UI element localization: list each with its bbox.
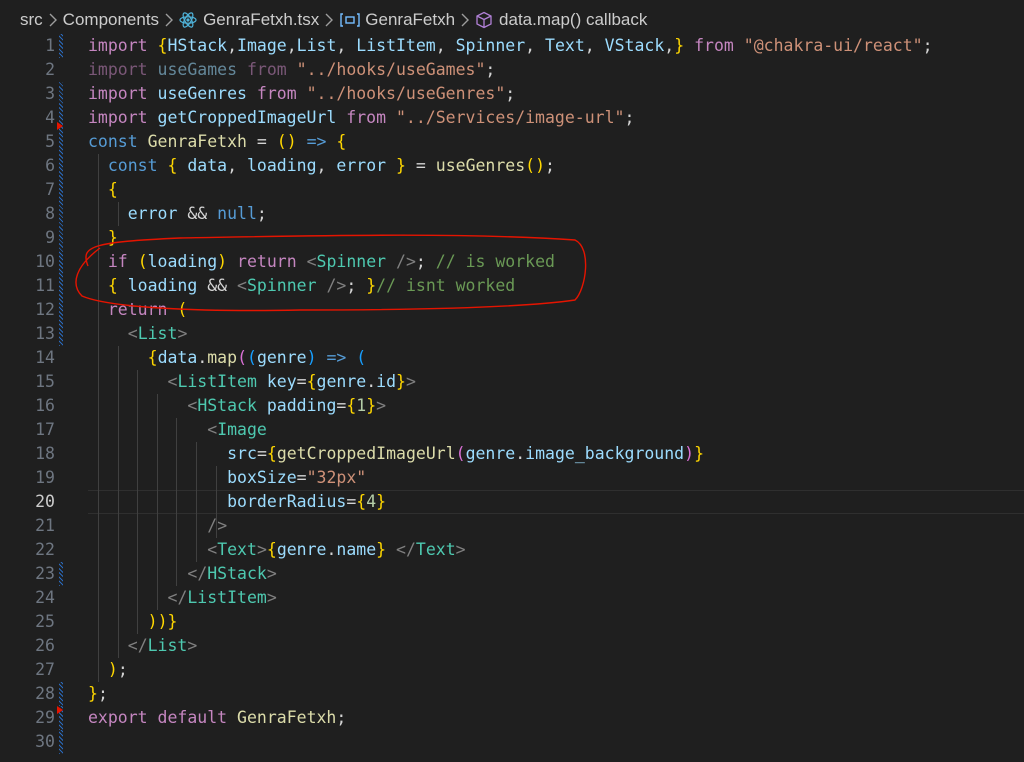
line-number: 26 <box>35 636 55 655</box>
code-line[interactable]: 29 export default GenraFetxh; <box>0 706 1024 730</box>
code-text: <HStack padding={1}> <box>187 396 387 415</box>
chevron-right-icon <box>48 13 58 27</box>
breadcrumb-components-label: Components <box>62 10 160 29</box>
breadcrumb-callback-label: data.map() callback <box>499 10 648 29</box>
line-number: 23 <box>35 564 55 583</box>
code-line[interactable]: 14 {data.map((genre) => ( <box>0 346 1024 370</box>
code-line[interactable]: 17 <Image <box>0 418 1024 442</box>
line-number: 29 <box>35 708 55 727</box>
line-number: 22 <box>35 540 55 559</box>
code-text: /> <box>207 516 228 535</box>
line-number: 14 <box>35 348 55 367</box>
line-number: 15 <box>35 372 55 391</box>
line-number: 25 <box>35 612 55 631</box>
code-line[interactable]: 16 <HStack padding={1}> <box>0 394 1024 418</box>
code-text: }; <box>88 684 108 703</box>
chevron-right-icon <box>324 13 334 27</box>
code-line[interactable]: 19 boxSize="32px" <box>0 466 1024 490</box>
code-line[interactable]: 24 </ListItem> <box>0 586 1024 610</box>
code-line[interactable]: 23 </HStack> <box>0 562 1024 586</box>
line-number: 18 <box>35 444 55 463</box>
code-line[interactable]: 15 <ListItem key={genre.id}> <box>0 370 1024 394</box>
code-line[interactable]: 30 <box>0 730 1024 754</box>
breadcrumb-components[interactable]: Components <box>63 10 159 30</box>
code-text: borderRadius={4} <box>227 492 387 511</box>
react-icon <box>179 11 197 29</box>
code-line[interactable]: 28}; <box>0 682 1024 706</box>
code-text: <ListItem key={genre.id}> <box>167 372 416 391</box>
red-handdrawn-annotation <box>75 234 587 312</box>
line-number: 24 <box>35 588 55 607</box>
code-text: {data.map((genre) => ( <box>147 348 367 367</box>
line-number: 30 <box>35 732 55 751</box>
chevron-right-icon <box>460 13 470 27</box>
code-line[interactable]: 18 src={getCroppedImageUrl(genre.image_b… <box>0 442 1024 466</box>
code-text: ))} <box>147 612 178 631</box>
line-number: 28 <box>35 684 55 703</box>
code-editor[interactable]: 1 import {HStack,Image,List, ListItem, Sp… <box>0 34 1024 762</box>
code-text: </List> <box>127 636 198 655</box>
code-line[interactable]: 21 /> <box>0 514 1024 538</box>
code-line[interactable]: 22 <Text>{genre.name} </Text> <box>0 538 1024 562</box>
code-text: src={getCroppedImageUrl(genre.image_back… <box>227 444 704 463</box>
breadcrumb-callback[interactable]: data.map() callback <box>475 10 647 30</box>
code-text: boxSize="32px" <box>227 468 367 487</box>
breadcrumb-src-label: src <box>20 10 43 29</box>
line-number: 27 <box>35 660 55 679</box>
code-text: <Text>{genre.name} </Text> <box>207 540 466 559</box>
code-line[interactable]: 26 </List> <box>0 634 1024 658</box>
code-line[interactable]: 25 ))} <box>0 610 1024 634</box>
chevron-right-icon <box>164 13 174 27</box>
breadcrumb-src[interactable]: src <box>20 10 43 30</box>
breadcrumb-symbol[interactable]: GenraFetxh <box>339 10 455 30</box>
breadcrumb-file-label: GenraFetxh.tsx <box>203 10 320 29</box>
line-number: 16 <box>35 396 55 415</box>
breadcrumb-symbol-label: GenraFetxh <box>365 10 456 29</box>
line-number: 21 <box>35 516 55 535</box>
code-text: </HStack> <box>187 564 277 583</box>
code-line[interactable]: 27 ); <box>0 658 1024 682</box>
line-number: 17 <box>35 420 55 439</box>
breadcrumb-file[interactable]: GenraFetxh.tsx <box>179 10 319 30</box>
code-text: </ListItem> <box>167 588 277 607</box>
code-text: export default GenraFetxh; <box>88 708 347 727</box>
line-number: 20 <box>35 492 55 511</box>
line-number: 19 <box>35 468 55 487</box>
code-text: <Image <box>207 420 267 439</box>
component-icon <box>339 12 361 28</box>
code-line[interactable]: 20 borderRadius={4} <box>0 490 1024 514</box>
code-text: ); <box>107 660 128 679</box>
method-cube-icon <box>475 11 493 29</box>
